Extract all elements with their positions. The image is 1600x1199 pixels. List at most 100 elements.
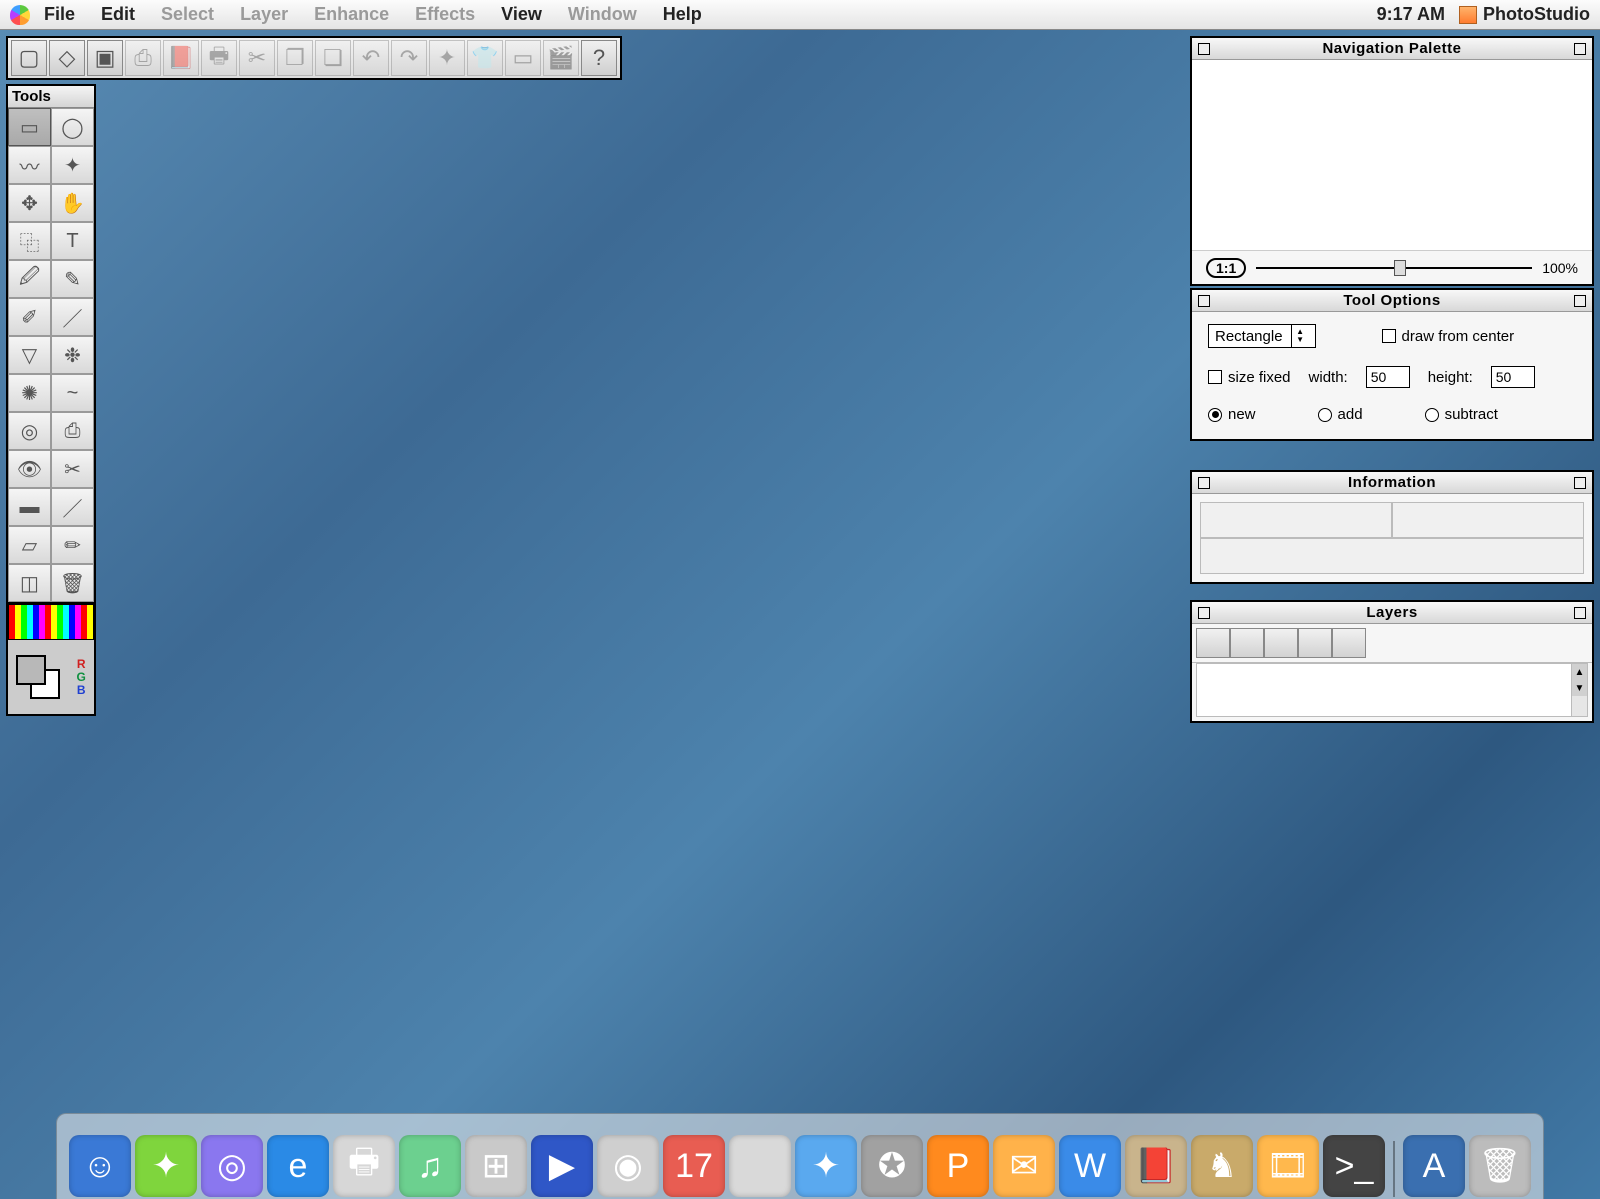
layers-scrollbar[interactable]: ▲ ▼	[1571, 664, 1587, 716]
layers-titlebar[interactable]: Layers	[1192, 602, 1592, 624]
dock-entourage[interactable]: ✉	[993, 1135, 1055, 1197]
dock-printer[interactable]: 🖶	[333, 1135, 395, 1197]
tool-crop[interactable]: ◫	[8, 564, 51, 602]
menu-view[interactable]: View	[501, 4, 542, 25]
menu-layer[interactable]: Layer	[240, 4, 288, 25]
dock-film[interactable]: 🎞	[1257, 1135, 1319, 1197]
tool-pen[interactable]: ✎	[51, 260, 94, 298]
tool-lasso[interactable]: 〰	[8, 146, 51, 184]
panel-control-icon[interactable]	[1198, 295, 1210, 307]
dock-ichat[interactable]: ✦	[135, 1135, 197, 1197]
dock-addressbook[interactable]: 📕	[1125, 1135, 1187, 1197]
panel-control-icon[interactable]	[1198, 43, 1210, 55]
tool-brush[interactable]: ／	[51, 488, 94, 526]
tool-eyedropper[interactable]: 🖉	[8, 260, 51, 298]
menu-window[interactable]: Window	[568, 4, 637, 25]
dock-ical[interactable]: 17	[663, 1135, 725, 1197]
quickbar-save-button[interactable]: ⎙	[125, 40, 161, 76]
tool-trash[interactable]: 🗑	[51, 564, 94, 602]
size-fixed-checkbox[interactable]: size fixed	[1208, 369, 1291, 386]
zoom-slider[interactable]	[1256, 267, 1532, 269]
fg-color-swatch[interactable]	[16, 655, 46, 685]
panel-control-icon[interactable]	[1198, 477, 1210, 489]
dock-quicktime[interactable]: ◎	[201, 1135, 263, 1197]
tool-smudge[interactable]: ~	[51, 374, 94, 412]
layer-merge-button[interactable]	[1298, 628, 1332, 658]
quickbar-cut-button[interactable]: ✂	[239, 40, 275, 76]
menu-file[interactable]: File	[44, 4, 75, 25]
tool-spray[interactable]: ❉	[51, 336, 94, 374]
width-input[interactable]: 50	[1366, 366, 1410, 388]
apple-menu-icon[interactable]	[10, 5, 30, 25]
menu-effects[interactable]: Effects	[415, 4, 475, 25]
height-input[interactable]: 50	[1491, 366, 1535, 388]
dock-terminal[interactable]: >_	[1323, 1135, 1385, 1197]
shape-select[interactable]: Rectangle ▲▼	[1208, 324, 1316, 348]
color-spectrum-picker[interactable]	[8, 604, 94, 640]
layer-new-button[interactable]	[1196, 628, 1230, 658]
zoom-slider-thumb[interactable]	[1394, 260, 1406, 276]
mode-add-radio[interactable]: add	[1318, 406, 1363, 423]
mode-new-radio[interactable]: new	[1208, 406, 1256, 423]
dock-trash[interactable]: 🗑	[1469, 1135, 1531, 1197]
dock-finder[interactable]: ☺	[69, 1135, 131, 1197]
draw-from-center-checkbox[interactable]: draw from center	[1382, 328, 1515, 345]
dock-chess[interactable]: ♞	[1191, 1135, 1253, 1197]
panel-collapse-icon[interactable]	[1574, 295, 1586, 307]
scroll-down-icon[interactable]: ▼	[1572, 680, 1587, 696]
tool-scissors[interactable]: ✂	[51, 450, 94, 488]
tool-hand[interactable]: ✋	[51, 184, 94, 222]
tool-crop-free[interactable]: ⿻	[8, 222, 51, 260]
dock-ie[interactable]: e	[267, 1135, 329, 1197]
tool-ellipse-select[interactable]: ◯	[51, 108, 94, 146]
quickbar-paste-button[interactable]: ❏	[315, 40, 351, 76]
tool-clone[interactable]: ◎	[8, 412, 51, 450]
dock-powerpoint[interactable]: P	[927, 1135, 989, 1197]
menubar-app[interactable]: PhotoStudio	[1459, 4, 1590, 25]
tool-brightness[interactable]: ✺	[8, 374, 51, 412]
tool-transform[interactable]: ▱	[8, 526, 51, 564]
layer-duplicate-button[interactable]	[1230, 628, 1264, 658]
menu-edit[interactable]: Edit	[101, 4, 135, 25]
layers-list[interactable]: ▲ ▼	[1196, 663, 1588, 717]
dock-itunes[interactable]: ♫	[399, 1135, 461, 1197]
tool-move[interactable]: ✥	[8, 184, 51, 222]
tool-gradient[interactable]: ▬	[8, 488, 51, 526]
tool-stamp[interactable]: ⎙	[51, 412, 94, 450]
dock-mplayer[interactable]: ▶	[531, 1135, 593, 1197]
dock-compass[interactable]: ✪	[861, 1135, 923, 1197]
dock-sysprefs[interactable]	[729, 1135, 791, 1197]
quickbar-panorama-button[interactable]: ▭	[505, 40, 541, 76]
quickbar-stitch-button[interactable]: 👕	[467, 40, 503, 76]
layer-flatten-button[interactable]	[1332, 628, 1366, 658]
quickbar-acquire-button[interactable]: ▣	[87, 40, 123, 76]
tools-palette-title[interactable]: Tools	[8, 86, 94, 108]
tool-line[interactable]: ／	[51, 298, 94, 336]
menu-select[interactable]: Select	[161, 4, 214, 25]
quickbar-help-button[interactable]: ?	[581, 40, 617, 76]
quickbar-copy-button[interactable]: ❐	[277, 40, 313, 76]
tool-color-picker[interactable]: ✏	[51, 526, 94, 564]
scroll-up-icon[interactable]: ▲	[1572, 664, 1587, 680]
tool-options-titlebar[interactable]: Tool Options	[1192, 290, 1592, 312]
tool-pencil[interactable]: ✐	[8, 298, 51, 336]
quickbar-redo-button[interactable]: ↷	[391, 40, 427, 76]
panel-control-icon[interactable]	[1198, 607, 1210, 619]
menu-enhance[interactable]: Enhance	[314, 4, 389, 25]
quickbar-wand-button[interactable]: ✦	[429, 40, 465, 76]
quickbar-undo-button[interactable]: ↶	[353, 40, 389, 76]
information-titlebar[interactable]: Information	[1192, 472, 1592, 494]
fg-bg-swatch[interactable]	[16, 655, 60, 699]
tool-magic-wand[interactable]: ✦	[51, 146, 94, 184]
dock-apps-folder[interactable]: A	[1403, 1135, 1465, 1197]
quickbar-print-button[interactable]: 🖶	[201, 40, 237, 76]
tool-bucket[interactable]: ▽	[8, 336, 51, 374]
navigation-canvas[interactable]	[1192, 60, 1592, 250]
panel-collapse-icon[interactable]	[1574, 43, 1586, 55]
quickbar-open-button[interactable]: ◇	[49, 40, 85, 76]
navigation-titlebar[interactable]: Navigation Palette	[1192, 38, 1592, 60]
quickbar-slideshow-button[interactable]: 🎬	[543, 40, 579, 76]
dock-dvd[interactable]: ◉	[597, 1135, 659, 1197]
dock-calculator[interactable]: ⊞	[465, 1135, 527, 1197]
tool-text[interactable]: T	[51, 222, 94, 260]
